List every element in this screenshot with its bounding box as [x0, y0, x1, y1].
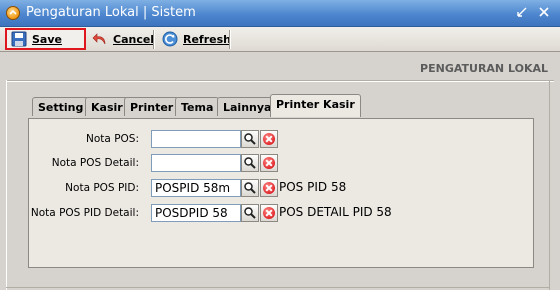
nota-pos-pid-detail-search-button[interactable]: [241, 204, 259, 222]
save-label: Save: [32, 32, 62, 46]
form-row: Nota POS:: [29, 130, 139, 148]
save-button[interactable]: Save: [5, 28, 86, 50]
tab-printer[interactable]: Printer: [124, 97, 180, 116]
nota-pos-detail-search-button[interactable]: [241, 154, 259, 172]
refresh-icon: [162, 31, 178, 47]
nota-pos-pid-search-button[interactable]: [241, 179, 259, 197]
tab-tema[interactable]: Tema: [175, 97, 220, 116]
magnifier-icon: [244, 133, 256, 145]
form-row: Nota POS Detail:: [29, 154, 139, 172]
restore-icon[interactable]: [514, 5, 530, 21]
clear-icon: [263, 182, 275, 194]
cancel-button[interactable]: Cancel: [88, 28, 158, 50]
tab-kasir[interactable]: Kasir: [85, 97, 129, 116]
cancel-label: Cancel: [113, 32, 155, 46]
nota-pos-pid-detail-clear-button[interactable]: [260, 204, 278, 222]
toolbar: Save Cancel Refresh: [0, 27, 560, 52]
nota-pos-pid-detail-field[interactable]: POSDPID 58: [151, 204, 241, 222]
nota-pos-search-button[interactable]: [241, 130, 259, 148]
nota-pos-pid-detail-description: POS DETAIL PID 58: [279, 205, 392, 219]
close-icon[interactable]: [536, 5, 552, 21]
nota-pos-pid-clear-button[interactable]: [260, 179, 278, 197]
clear-icon: [263, 157, 275, 169]
refresh-button[interactable]: Refresh: [158, 28, 235, 50]
toolbar-divider: [153, 30, 155, 49]
form-row: Nota POS PID:: [29, 179, 139, 197]
window-titlebar: Pengaturan Lokal | Sistem: [0, 0, 560, 27]
nota-pos-detail-label: Nota POS Detail:: [51, 157, 139, 169]
content-border: [6, 287, 550, 288]
app-icon: [6, 6, 20, 20]
nota-pos-detail-clear-button[interactable]: [260, 154, 278, 172]
section-divider: [6, 80, 554, 82]
form-row: Nota POS PID Detail:: [29, 204, 139, 222]
undo-arrow-icon: [92, 31, 108, 47]
content-border: [6, 80, 7, 290]
refresh-label: Refresh: [183, 32, 231, 46]
clear-icon: [263, 133, 275, 145]
nota-pos-field[interactable]: [151, 130, 241, 148]
nota-pos-label: Nota POS:: [86, 133, 139, 145]
floppy-disk-icon: [11, 31, 27, 47]
section-header: PENGATURAN LOKAL: [420, 62, 548, 75]
nota-pos-pid-field[interactable]: POSPID 58m: [151, 179, 241, 197]
tab-setting[interactable]: Setting: [32, 97, 90, 116]
window-title: Pengaturan Lokal | Sistem: [26, 5, 196, 20]
nota-pos-pid-detail-label: Nota POS PID Detail:: [30, 207, 139, 219]
magnifier-icon: [244, 182, 256, 194]
magnifier-icon: [244, 157, 256, 169]
clear-icon: [263, 207, 275, 219]
magnifier-icon: [244, 207, 256, 219]
tab-panel-printer-kasir: Nota POS: Nota POS Detail: Nota POS PID:…: [28, 118, 534, 268]
nota-pos-pid-label: Nota POS PID:: [65, 182, 139, 194]
tab-printer-kasir[interactable]: Printer Kasir: [270, 94, 361, 117]
nota-pos-detail-field[interactable]: [151, 154, 241, 172]
nota-pos-pid-description: POS PID 58: [279, 180, 347, 194]
content-border: [549, 80, 550, 290]
nota-pos-clear-button[interactable]: [260, 130, 278, 148]
tab-lainnya[interactable]: Lainnya: [217, 97, 278, 116]
toolbar-divider: [229, 30, 231, 49]
